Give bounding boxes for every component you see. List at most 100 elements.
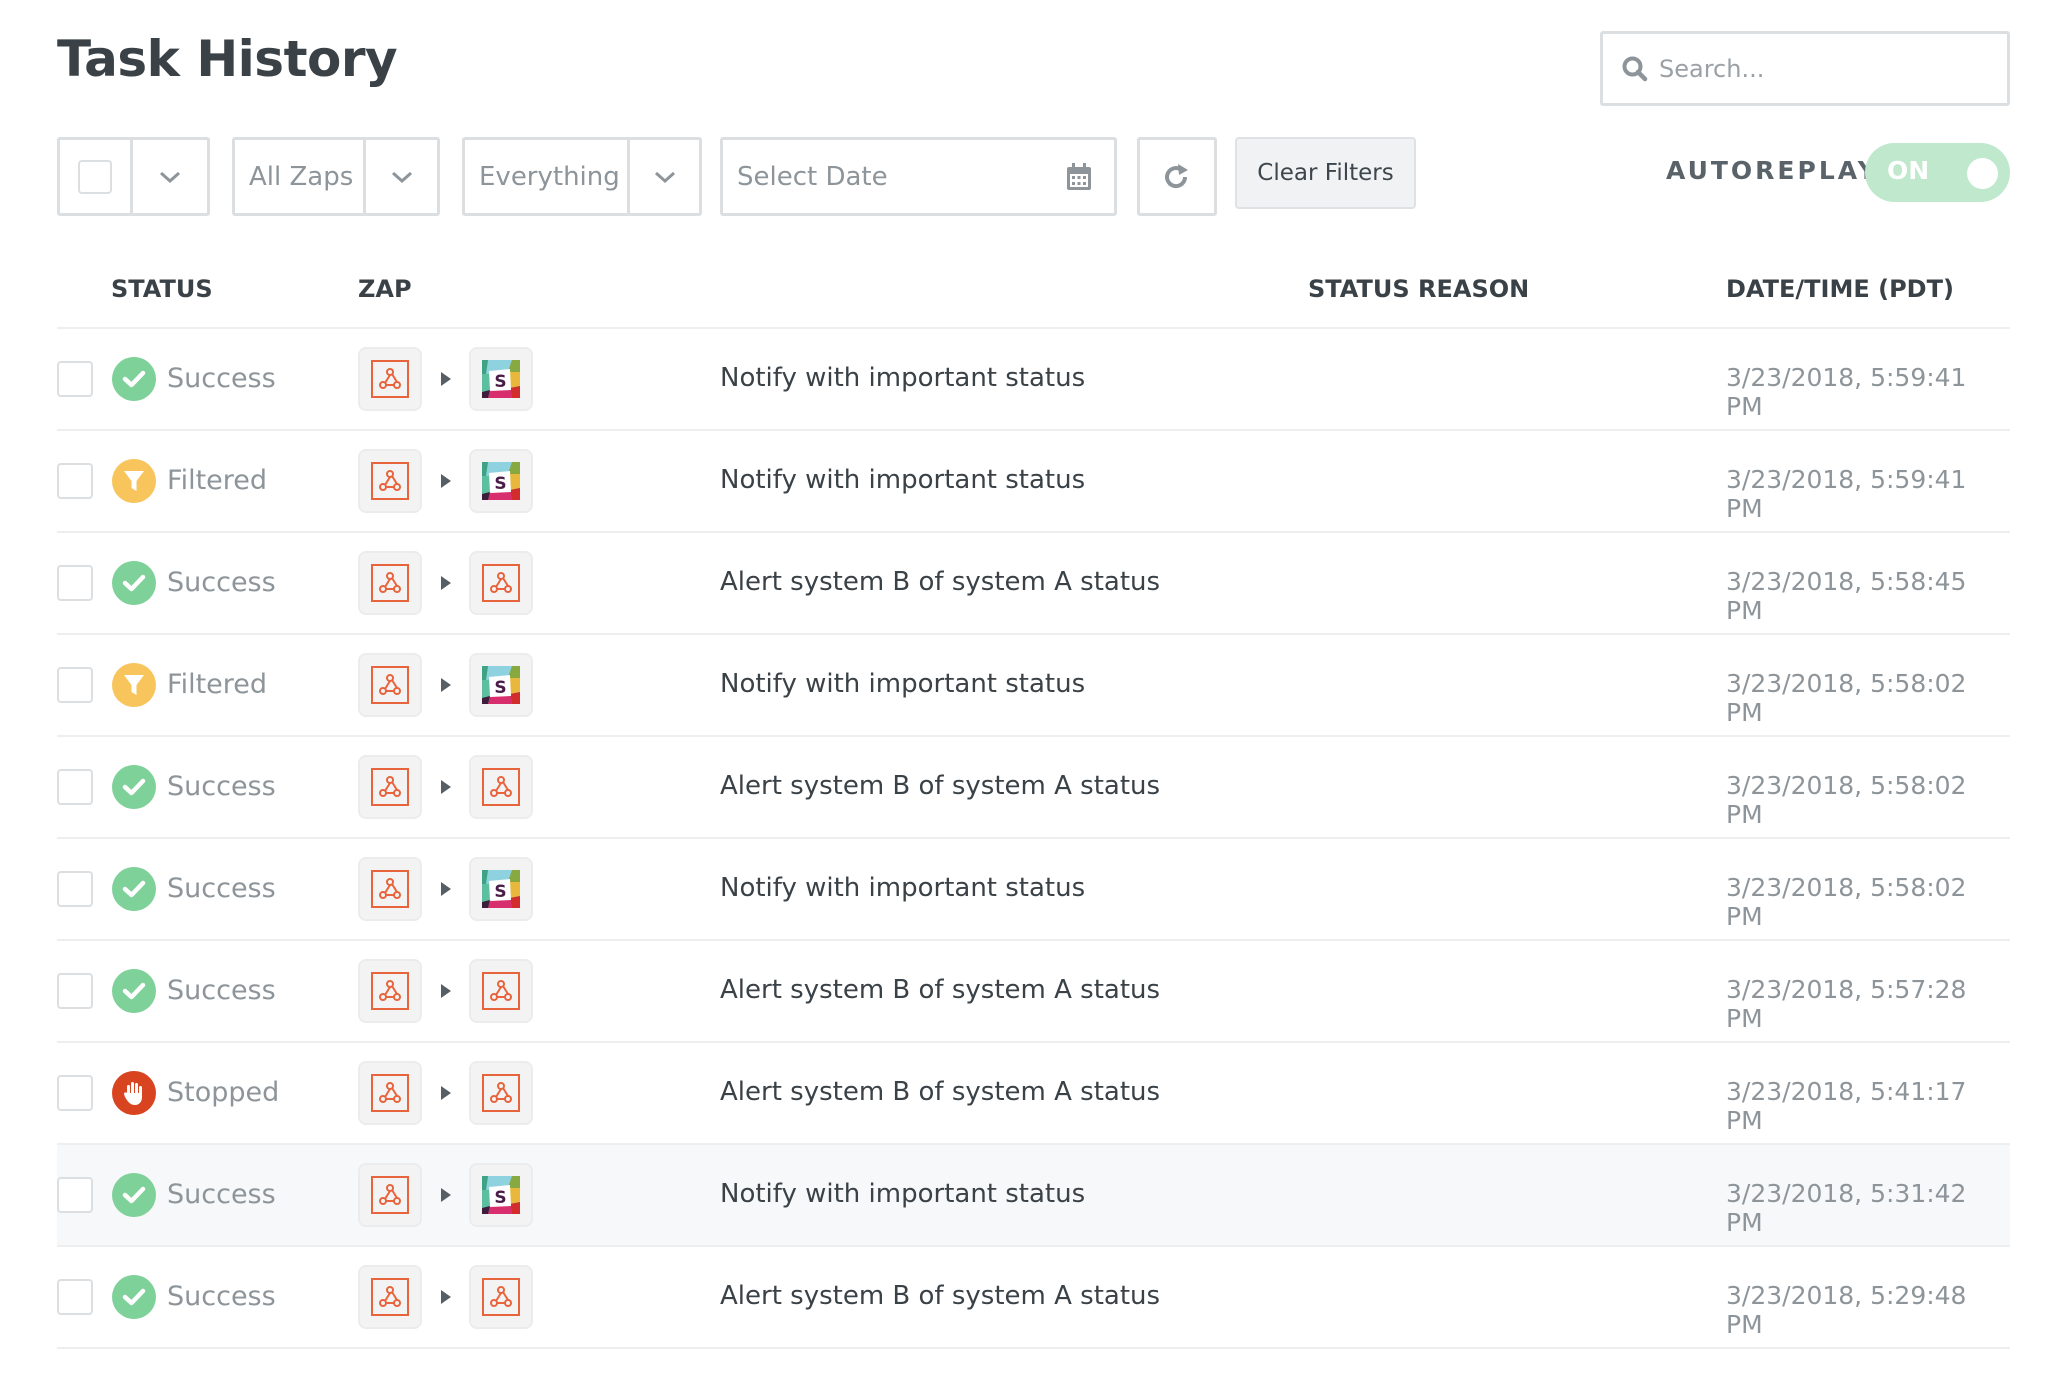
task-row[interactable]: Success Alert system B of system A status… — [57, 533, 2010, 635]
status-label: Success — [167, 1281, 276, 1312]
row-divider — [57, 1347, 2010, 1349]
row-checkbox[interactable] — [57, 1177, 93, 1213]
svg-text:S: S — [494, 678, 506, 698]
status-label: Success — [167, 363, 276, 394]
select-all-menu-toggle[interactable] — [130, 140, 207, 213]
row-checkbox[interactable] — [57, 1075, 93, 1111]
row-checkbox[interactable] — [57, 667, 93, 703]
check-circle-icon — [112, 765, 156, 809]
calendar-icon — [1067, 162, 1091, 190]
arrow-right-icon — [441, 1290, 451, 1304]
webhook-app-icon — [358, 653, 422, 717]
autoreplay-toggle[interactable]: ON — [1865, 143, 2010, 202]
select-all-checkbox-wrap[interactable] — [60, 140, 130, 213]
zap-name[interactable]: Notify with important status — [720, 1179, 1085, 1209]
check-circle-icon — [112, 1173, 156, 1217]
column-header-datetime[interactable]: DATE/TIME (PDT) — [1726, 275, 1954, 303]
refresh-button[interactable] — [1137, 137, 1217, 216]
check-circle-icon — [112, 1275, 156, 1319]
task-datetime: 3/23/2018, 5:29:48 PM — [1726, 1281, 1967, 1339]
slack-app-icon: S — [469, 653, 533, 717]
date-picker-placeholder[interactable]: Select Date — [723, 140, 1044, 213]
slack-app-icon: S — [469, 347, 533, 411]
zap-name[interactable]: Notify with important status — [720, 465, 1085, 495]
search-input[interactable] — [1659, 54, 1989, 83]
arrow-right-icon — [441, 882, 451, 896]
column-header-zap[interactable]: ZAP — [358, 275, 412, 303]
toggle-state-label: ON — [1887, 156, 1930, 185]
status-label: Success — [167, 975, 276, 1006]
zap-name[interactable]: Notify with important status — [720, 669, 1085, 699]
row-checkbox[interactable] — [57, 463, 93, 499]
search-box[interactable] — [1600, 31, 2010, 106]
task-row[interactable]: Stopped Alert system B of system A status… — [57, 1043, 2010, 1145]
clear-filters-button[interactable]: Clear Filters — [1235, 137, 1416, 209]
task-row[interactable]: Filtered S Notify with important status 3/2… — [57, 431, 2010, 533]
status-label: Filtered — [167, 465, 268, 496]
task-datetime: 3/23/2018, 5:59:41 PM — [1726, 363, 1967, 421]
calendar-button[interactable] — [1044, 140, 1114, 213]
arrow-right-icon — [441, 372, 451, 386]
check-circle-icon — [112, 561, 156, 605]
page-title: Task History — [57, 30, 398, 88]
task-row[interactable]: Filtered S Notify with important status 3/2… — [57, 635, 2010, 737]
toggle-knob — [1967, 158, 1998, 189]
autoreplay-label: AUTOREPLAY — [1666, 156, 1879, 185]
zaps-filter-value[interactable]: All Zaps — [235, 140, 363, 213]
column-header-status[interactable]: STATUS — [111, 275, 213, 303]
stop-hand-icon — [112, 1071, 156, 1115]
webhook-app-icon — [358, 551, 422, 615]
status-label: Success — [167, 567, 276, 598]
zap-name[interactable]: Alert system B of system A status — [720, 567, 1160, 597]
filter-funnel-icon — [112, 663, 156, 707]
row-checkbox[interactable] — [57, 1279, 93, 1315]
zaps-filter-toggle[interactable] — [363, 140, 437, 213]
task-row[interactable]: Success Alert system B of system A status… — [57, 941, 2010, 1043]
select-all-checkbox[interactable] — [78, 159, 112, 194]
status-filter-value[interactable]: Everything — [465, 140, 627, 213]
zap-name[interactable]: Alert system B of system A status — [720, 1077, 1160, 1107]
webhook-app-icon — [469, 959, 533, 1023]
webhook-app-icon — [358, 959, 422, 1023]
check-circle-icon — [112, 357, 156, 401]
webhook-app-icon — [469, 551, 533, 615]
row-checkbox[interactable] — [57, 973, 93, 1009]
zap-name[interactable]: Alert system B of system A status — [720, 771, 1160, 801]
svg-text:S: S — [494, 882, 506, 902]
status-label: Stopped — [167, 1077, 280, 1108]
slack-app-icon: S — [469, 857, 533, 921]
task-datetime: 3/23/2018, 5:58:02 PM — [1726, 873, 1967, 931]
webhook-app-icon — [358, 755, 422, 819]
zap-name[interactable]: Notify with important status — [720, 873, 1085, 903]
webhook-app-icon — [469, 1061, 533, 1125]
row-checkbox[interactable] — [57, 871, 93, 907]
arrow-right-icon — [441, 984, 451, 998]
status-filter-dropdown[interactable]: Everything — [462, 137, 702, 216]
task-row[interactable]: Success Alert system B of system A status… — [57, 1247, 2010, 1349]
date-picker[interactable]: Select Date — [720, 137, 1117, 216]
task-row[interactable]: Success S Notify with important status 3/23… — [57, 329, 2010, 431]
svg-text:S: S — [494, 372, 506, 392]
status-filter-toggle[interactable] — [627, 140, 699, 213]
webhook-app-icon — [358, 347, 422, 411]
task-datetime: 3/23/2018, 5:57:28 PM — [1726, 975, 1967, 1033]
task-row[interactable]: Success S Notify with important status 3/23… — [57, 1145, 2010, 1247]
row-checkbox[interactable] — [57, 769, 93, 805]
select-all-dropdown[interactable] — [57, 137, 210, 216]
row-checkbox[interactable] — [57, 565, 93, 601]
search-icon — [1622, 56, 1648, 81]
task-row[interactable]: Success S Notify with important status 3/23… — [57, 839, 2010, 941]
chevron-down-icon — [160, 171, 180, 183]
zaps-filter-dropdown[interactable]: All Zaps — [232, 137, 440, 216]
check-circle-icon — [112, 867, 156, 911]
column-header-status-reason[interactable]: STATUS REASON — [1308, 275, 1529, 303]
zap-name[interactable]: Alert system B of system A status — [720, 975, 1160, 1005]
webhook-app-icon — [469, 755, 533, 819]
task-row[interactable]: Success Alert system B of system A status… — [57, 737, 2010, 839]
chevron-down-icon — [391, 171, 412, 183]
slack-app-icon: S — [469, 1163, 533, 1227]
zap-name[interactable]: Notify with important status — [720, 363, 1085, 393]
row-checkbox[interactable] — [57, 361, 93, 397]
arrow-right-icon — [441, 780, 451, 794]
zap-name[interactable]: Alert system B of system A status — [720, 1281, 1160, 1311]
